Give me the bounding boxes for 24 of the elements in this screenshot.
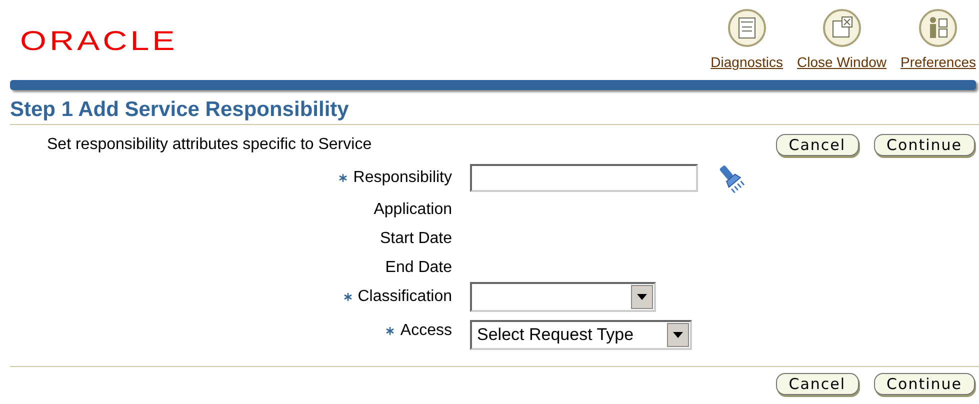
field-label: Classification bbox=[358, 288, 452, 306]
instruction-text: Set responsibility attributes specific to Service bbox=[47, 136, 372, 154]
action-button[interactable]: Continue bbox=[874, 373, 975, 395]
window-icon[interactable] bbox=[822, 8, 862, 48]
caret-icon bbox=[637, 294, 647, 300]
responsibility-field[interactable] bbox=[470, 164, 698, 192]
action-button[interactable]: Continue bbox=[874, 134, 975, 156]
dropdown[interactable]: Select Request Type bbox=[470, 320, 692, 350]
field-label: Start Date bbox=[380, 230, 452, 248]
caret-icon bbox=[673, 332, 683, 338]
action-button[interactable]: Cancel bbox=[776, 373, 859, 395]
page-title: Step 1 Add Service Responsibility bbox=[10, 98, 979, 125]
field-label: Access bbox=[400, 322, 452, 340]
field-label: Application bbox=[374, 200, 452, 218]
dropdown[interactable] bbox=[470, 282, 656, 312]
document-icon[interactable] bbox=[726, 8, 767, 48]
oracle-logo: ORACLE bbox=[20, 26, 178, 58]
field-label: Responsibility bbox=[353, 169, 452, 187]
field-label: End Date bbox=[385, 258, 452, 276]
global-link[interactable]: Diagnostics bbox=[710, 54, 784, 70]
global-link[interactable]: Close Window bbox=[797, 54, 887, 70]
action-button[interactable]: Cancel bbox=[776, 134, 859, 156]
global-link[interactable]: Preferences bbox=[900, 54, 976, 70]
person-icon[interactable] bbox=[918, 8, 958, 48]
